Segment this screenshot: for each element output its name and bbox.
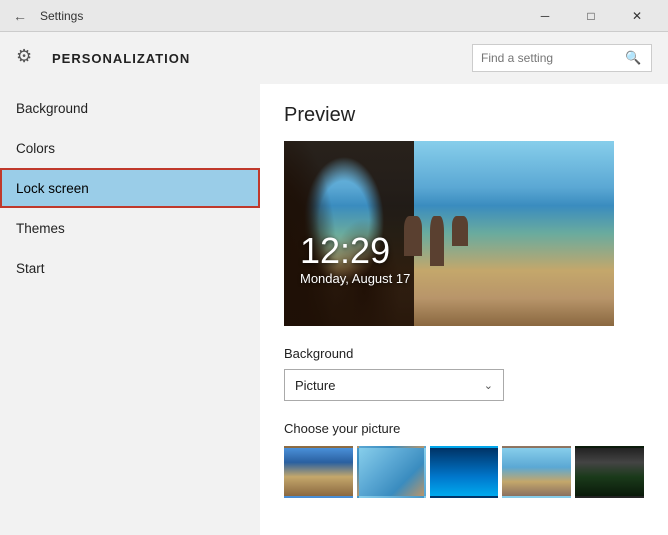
close-button[interactable]: ✕	[614, 0, 660, 32]
preview-time: 12:29	[300, 231, 410, 271]
search-input[interactable]	[481, 51, 621, 65]
maximize-button[interactable]: □	[568, 0, 614, 32]
preview-overlay: 12:29 Monday, August 17	[300, 231, 410, 286]
background-dropdown[interactable]: Picture ⌄	[284, 369, 504, 401]
picture-thumb-4[interactable]	[502, 446, 571, 498]
rock-2	[430, 216, 444, 266]
app-title: PERSONALIZATION	[52, 51, 460, 66]
app-body: ⚙ PERSONALIZATION 🔍 Background Colors Lo…	[0, 32, 668, 535]
sidebar-item-label-lock-screen: Lock screen	[16, 181, 89, 196]
content-area: Background Colors Lock screen Themes Sta…	[0, 84, 668, 535]
search-icon: 🔍	[625, 50, 641, 66]
picture-thumb-3[interactable]	[430, 446, 499, 498]
titlebar-controls: ─ □ ✕	[522, 0, 660, 32]
background-label: Background	[284, 346, 644, 361]
sidebar-item-themes[interactable]: Themes	[0, 208, 260, 248]
sidebar-item-label-background: Background	[16, 101, 88, 116]
app-header: ⚙ PERSONALIZATION 🔍	[0, 32, 668, 84]
sidebar-item-colors[interactable]: Colors	[0, 128, 260, 168]
search-box[interactable]: 🔍	[472, 44, 652, 72]
sidebar-item-label-themes: Themes	[16, 221, 65, 236]
rocks-decoration	[404, 216, 468, 266]
sidebar-item-label-start: Start	[16, 261, 45, 276]
main-content: Preview 12:29 Monday, August 17	[260, 84, 668, 535]
titlebar-left: ← Settings	[8, 4, 83, 28]
back-button[interactable]: ←	[8, 4, 32, 28]
chevron-down-icon: ⌄	[484, 379, 493, 392]
preview-date: Monday, August 17	[300, 271, 410, 286]
preview-image: 12:29 Monday, August 17	[284, 141, 614, 326]
sidebar-item-lock-screen[interactable]: Lock screen	[0, 168, 260, 208]
sidebar: Background Colors Lock screen Themes Sta…	[0, 84, 260, 535]
titlebar-title: Settings	[40, 9, 83, 23]
titlebar: ← Settings ─ □ ✕	[0, 0, 668, 32]
picture-thumb-1[interactable]	[284, 446, 353, 498]
sidebar-item-start[interactable]: Start	[0, 248, 260, 288]
preview-heading: Preview	[284, 104, 644, 127]
sidebar-item-label-colors: Colors	[16, 141, 55, 156]
sidebar-item-background[interactable]: Background	[0, 88, 260, 128]
picture-grid	[284, 446, 644, 498]
choose-picture-label: Choose your picture	[284, 421, 644, 436]
dropdown-value: Picture	[295, 378, 335, 393]
picture-thumb-2[interactable]	[357, 446, 426, 498]
rock-3	[452, 216, 468, 246]
minimize-button[interactable]: ─	[522, 0, 568, 32]
personalization-icon: ⚙	[16, 46, 40, 70]
picture-thumb-5[interactable]	[575, 446, 644, 498]
